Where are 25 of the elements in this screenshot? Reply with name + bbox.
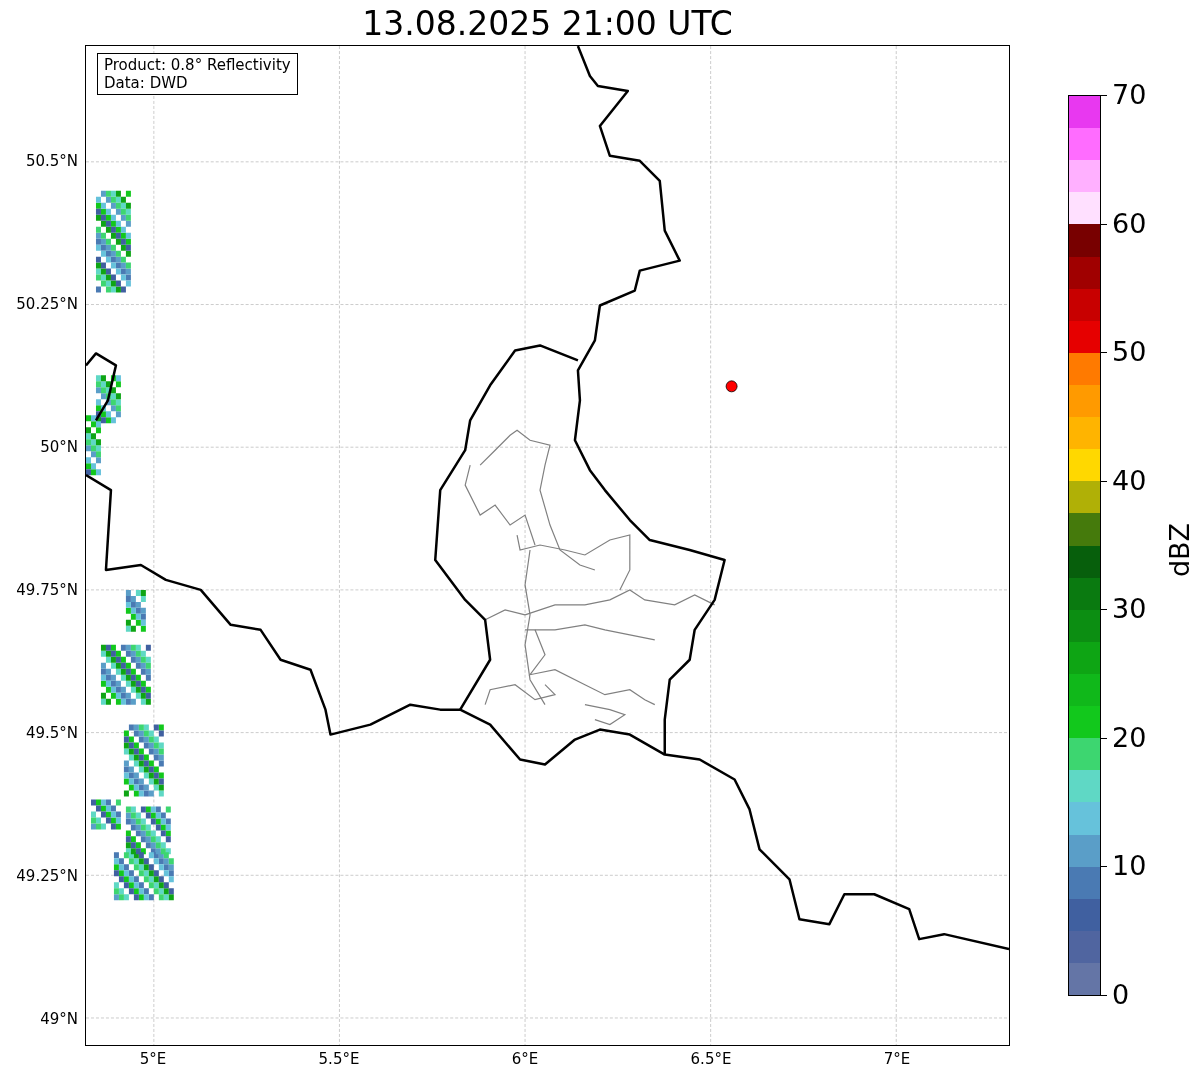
longitude-label: 6.5°E	[689, 1050, 733, 1068]
colorbar-tick-label: 40	[1112, 465, 1147, 496]
colorbar-tick-label: 50	[1112, 337, 1147, 368]
longitude-label: 5°E	[138, 1050, 168, 1068]
info-line: Product: 0.8° Reflectivity	[104, 56, 291, 74]
chart-title: 13.08.2025 21:00 UTC	[361, 4, 734, 44]
colorbar-tick-label: 0	[1112, 980, 1130, 1010]
info-line: Data: DWD	[104, 74, 189, 92]
latitude-label: 50.5°N	[25, 152, 78, 170]
longitude-label: 6°E	[510, 1050, 540, 1068]
latitude-label: 50.25°N	[16, 295, 78, 313]
longitude-label: 7°E	[882, 1050, 912, 1068]
colorbar-tick-label: 30	[1112, 594, 1147, 625]
latitude-label: 49.25°N	[16, 867, 78, 885]
latitude-label: 49.5°N	[25, 724, 78, 742]
colorbar-tick-label: 20	[1112, 722, 1147, 753]
latitude-label: 50°N	[40, 438, 78, 456]
latitude-label: 49°N	[40, 1010, 78, 1028]
longitude-label: 5.5°E	[317, 1050, 361, 1068]
colorbar-tick-label: 60	[1112, 208, 1147, 239]
colorbar-tick-label: 70	[1112, 80, 1147, 110]
colorbar-label: dBZ	[1165, 522, 1195, 578]
location-marker	[725, 380, 738, 393]
latitude-label: 49.75°N	[16, 581, 78, 599]
colorbar-tick-label: 10	[1112, 851, 1147, 882]
